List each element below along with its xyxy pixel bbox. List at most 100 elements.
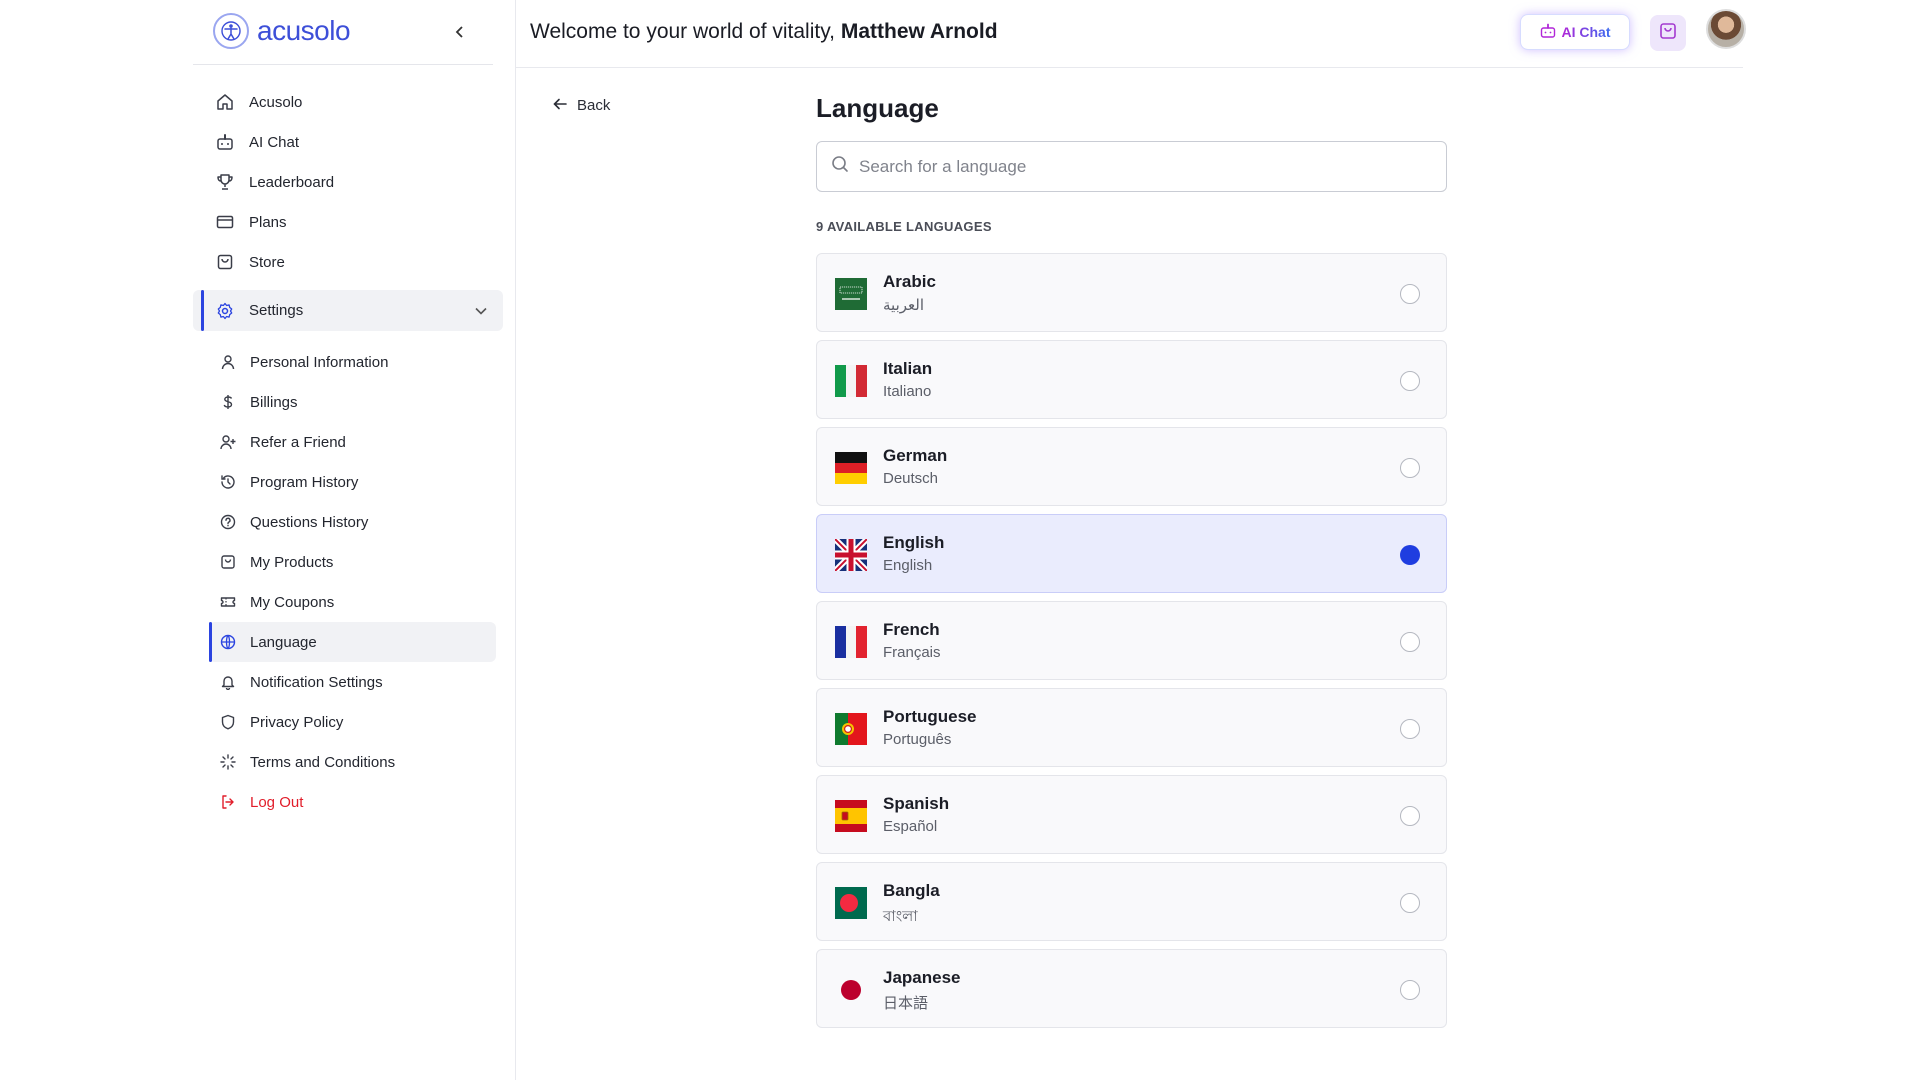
- language-option-portuguese[interactable]: Portuguese Português: [816, 688, 1447, 767]
- language-radio[interactable]: [1400, 893, 1420, 913]
- sidebar-item-label: Store: [249, 253, 285, 271]
- sidebar-item-my-products[interactable]: My Products: [193, 542, 503, 582]
- sidebar-item-acusolo[interactable]: Acusolo: [193, 82, 503, 122]
- sidebar-item-label: Settings: [249, 302, 304, 319]
- language-native-name: English: [883, 557, 933, 574]
- brand-name: acusolo: [257, 15, 351, 46]
- sidebar-item-label: Program History: [250, 473, 359, 491]
- language-option-french[interactable]: French Français: [816, 601, 1447, 680]
- language-native-name: Deutsch: [883, 470, 939, 487]
- bell-icon: [219, 673, 237, 691]
- question-icon: [219, 513, 237, 531]
- sidebar-item-label: Log Out: [250, 793, 304, 811]
- search-input[interactable]: [859, 156, 1419, 177]
- language-name: Portuguese: [883, 707, 977, 726]
- sidebar-item-privacy-policy[interactable]: Privacy Policy: [193, 702, 503, 742]
- sidebar: acusolo Acusolo AI Chat Leaderboard Plan…: [193, 0, 516, 1080]
- sidebar-item-notification-settings[interactable]: Notification Settings: [193, 662, 503, 702]
- sidebar-item-label: Refer a Friend: [250, 433, 346, 451]
- sidebar-item-billings[interactable]: Billings: [193, 382, 503, 422]
- main-nav: Acusolo AI Chat Leaderboard Plans Store …: [193, 82, 503, 331]
- portugal-flag-icon: [835, 713, 867, 745]
- sidebar-item-leaderboard[interactable]: Leaderboard: [193, 162, 503, 202]
- spain-flag-icon: [835, 800, 867, 832]
- dollar-icon: [219, 393, 237, 411]
- sidebar-item-label: Terms and Conditions: [250, 753, 396, 771]
- language-native-name: العربية: [883, 297, 924, 314]
- sidebar-item-label: Acusolo: [249, 93, 303, 111]
- back-label: Back: [577, 97, 611, 114]
- welcome-message: Welcome to your world of vitality, Matth…: [530, 20, 998, 44]
- language-radio[interactable]: [1400, 284, 1420, 304]
- language-option-italian[interactable]: Italian Italiano: [816, 340, 1447, 419]
- sidebar-item-ai-chat[interactable]: AI Chat: [193, 122, 503, 162]
- vitruvian-logo-icon: [213, 13, 249, 49]
- language-radio-selected[interactable]: [1400, 545, 1420, 565]
- language-list: Arabic العربية Italian Italiano German D…: [816, 253, 1447, 1036]
- sidebar-item-label: My Products: [250, 553, 334, 571]
- sidebar-item-log-out[interactable]: Log Out: [193, 782, 503, 822]
- language-radio[interactable]: [1400, 632, 1420, 652]
- user-plus-icon: [219, 433, 237, 451]
- sidebar-item-personal-information[interactable]: Personal Information: [193, 342, 503, 382]
- sidebar-item-settings[interactable]: Settings: [193, 290, 503, 331]
- language-name: Italian: [883, 359, 933, 378]
- language-option-english[interactable]: English English: [816, 514, 1447, 593]
- avatar[interactable]: [1706, 9, 1746, 49]
- user-icon: [219, 353, 237, 371]
- page-title: Language: [816, 93, 939, 123]
- sparkle-icon: [219, 753, 237, 771]
- france-flag-icon: [835, 626, 867, 658]
- language-option-arabic[interactable]: Arabic العربية: [816, 253, 1447, 332]
- language-radio[interactable]: [1400, 458, 1420, 478]
- user-name: Matthew Arnold: [840, 20, 998, 43]
- sidebar-item-questions-history[interactable]: Questions History: [193, 502, 503, 542]
- sidebar-item-my-coupons[interactable]: My Coupons: [193, 582, 503, 622]
- language-native-name: Español: [883, 818, 938, 835]
- sidebar-item-label: Questions History: [250, 513, 369, 531]
- sidebar-item-terms-and-conditions[interactable]: Terms and Conditions: [193, 742, 503, 782]
- sidebar-item-plans[interactable]: Plans: [193, 202, 503, 242]
- robot-icon: [215, 132, 235, 152]
- top-header: Welcome to your world of vitality, Matth…: [516, 0, 1746, 68]
- germany-flag-icon: [835, 452, 867, 484]
- sidebar-item-label: Personal Information: [250, 353, 389, 371]
- language-option-bangla[interactable]: Bangla বাংলা: [816, 862, 1447, 941]
- logout-icon: [219, 793, 237, 811]
- language-option-german[interactable]: German Deutsch: [816, 427, 1447, 506]
- language-radio[interactable]: [1400, 719, 1420, 739]
- back-button[interactable]: Back: [553, 97, 610, 114]
- language-radio[interactable]: [1400, 980, 1420, 1000]
- language-name: Japanese: [883, 968, 961, 987]
- sidebar-item-label: Billings: [250, 393, 298, 411]
- language-radio[interactable]: [1400, 371, 1420, 391]
- language-name: Bangla: [883, 881, 940, 900]
- cart-button[interactable]: [1650, 15, 1686, 51]
- robot-icon: [1540, 23, 1556, 42]
- divider: [193, 64, 493, 65]
- saudi-arabia-flag-icon: [835, 278, 867, 310]
- welcome-prefix: Welcome to your world of vitality,: [530, 20, 841, 43]
- brand-logo[interactable]: acusolo: [213, 13, 351, 49]
- bag-icon: [1658, 21, 1678, 46]
- sidebar-item-language[interactable]: Language: [209, 622, 496, 662]
- language-radio[interactable]: [1400, 806, 1420, 826]
- language-native-name: Português: [883, 731, 952, 748]
- sidebar-item-label: Privacy Policy: [250, 713, 344, 731]
- language-option-japanese[interactable]: Japanese 日本語: [816, 949, 1447, 1028]
- shield-icon: [219, 713, 237, 731]
- home-icon: [215, 92, 235, 112]
- italy-flag-icon: [835, 365, 867, 397]
- collapse-sidebar-button[interactable]: [448, 20, 472, 44]
- sidebar-item-refer-a-friend[interactable]: Refer a Friend: [193, 422, 503, 462]
- sidebar-item-program-history[interactable]: Program History: [193, 462, 503, 502]
- ai-chat-button[interactable]: AI Chat: [1520, 14, 1630, 50]
- sidebar-item-store[interactable]: Store: [193, 242, 503, 282]
- chevron-left-icon: [455, 26, 463, 38]
- language-option-spanish[interactable]: Spanish Español: [816, 775, 1447, 854]
- chevron-down-icon: [475, 302, 487, 319]
- language-native-name: বাংলা: [883, 908, 918, 925]
- language-native-name: Italiano: [883, 383, 932, 400]
- bag-icon: [215, 252, 235, 272]
- japan-flag-icon: [835, 974, 867, 1006]
